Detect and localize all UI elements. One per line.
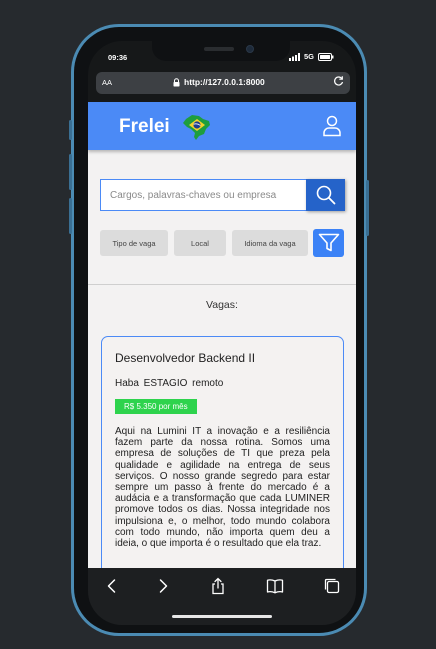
filter-button[interactable]: [313, 229, 344, 257]
network-type: 5G: [303, 52, 314, 61]
job-meta: Haba ESTAGIO remoto: [115, 378, 224, 389]
status-indicators: 5G: [288, 52, 334, 61]
phone-power-button: [366, 180, 369, 236]
browser-address-bar[interactable]: AA http://127.0.0.1:8000: [96, 72, 350, 94]
status-time: 09:36: [108, 53, 128, 62]
filter-language[interactable]: Idioma da vaga: [232, 230, 308, 256]
search-bar: [100, 179, 345, 211]
phone-volume-up: [69, 154, 72, 190]
phone-screen: 09:36 5G AA http://127.0.0.1:8000 Frelei…: [88, 41, 356, 625]
section-divider: [88, 284, 356, 285]
filter-row: Tipo de vaga Local Idioma da vaga: [100, 229, 345, 257]
funnel-icon: [318, 233, 339, 252]
filter-location[interactable]: Local: [174, 230, 226, 256]
signal-icon: [288, 52, 300, 61]
lock-icon: [173, 77, 180, 86]
share-icon[interactable]: [209, 577, 227, 595]
salary-badge: R$ 5.350 por mês: [115, 399, 197, 414]
user-profile-icon[interactable]: [322, 115, 342, 137]
phone-mute-switch: [69, 120, 72, 140]
job-title[interactable]: Desenvolvedor Backend II: [115, 351, 330, 365]
url-display[interactable]: http://127.0.0.1:8000: [173, 77, 265, 87]
phone-bezel: 09:36 5G AA http://127.0.0.1:8000 Frelei…: [74, 27, 364, 633]
phone-volume-down: [69, 198, 72, 234]
app-header: Frelei: [88, 102, 356, 150]
front-camera: [246, 45, 254, 53]
listing-title: Vagas:: [206, 299, 238, 311]
app-logo[interactable]: Frelei: [119, 116, 170, 138]
text-size-button[interactable]: AA: [102, 78, 112, 87]
phone-notch: [152, 41, 290, 61]
speaker-grille: [204, 47, 234, 51]
phone-frame: 09:36 5G AA http://127.0.0.1:8000 Frelei…: [69, 24, 369, 636]
browser-toolbar: [88, 568, 356, 625]
forward-icon[interactable]: [154, 577, 172, 595]
job-card[interactable]: Desenvolvedor Backend II Haba ESTAGIO re…: [101, 336, 344, 568]
url-text: http://127.0.0.1:8000: [184, 77, 265, 87]
job-description: Aqui na Lumini IT a inovação e a resiliê…: [115, 426, 330, 550]
home-indicator[interactable]: [172, 615, 272, 618]
back-icon[interactable]: [103, 577, 121, 595]
reload-icon[interactable]: [333, 75, 344, 90]
search-input[interactable]: [100, 179, 307, 211]
battery-icon: [318, 52, 334, 61]
bookmarks-icon[interactable]: [266, 577, 284, 595]
search-icon: [316, 185, 335, 205]
filter-job-type[interactable]: Tipo de vaga: [100, 230, 168, 256]
search-button[interactable]: [306, 179, 345, 211]
brazil-map-icon: [183, 115, 210, 140]
web-page: Frelei Cargos, palavras-chaves ou empres…: [88, 102, 356, 568]
tabs-icon[interactable]: [323, 577, 341, 595]
